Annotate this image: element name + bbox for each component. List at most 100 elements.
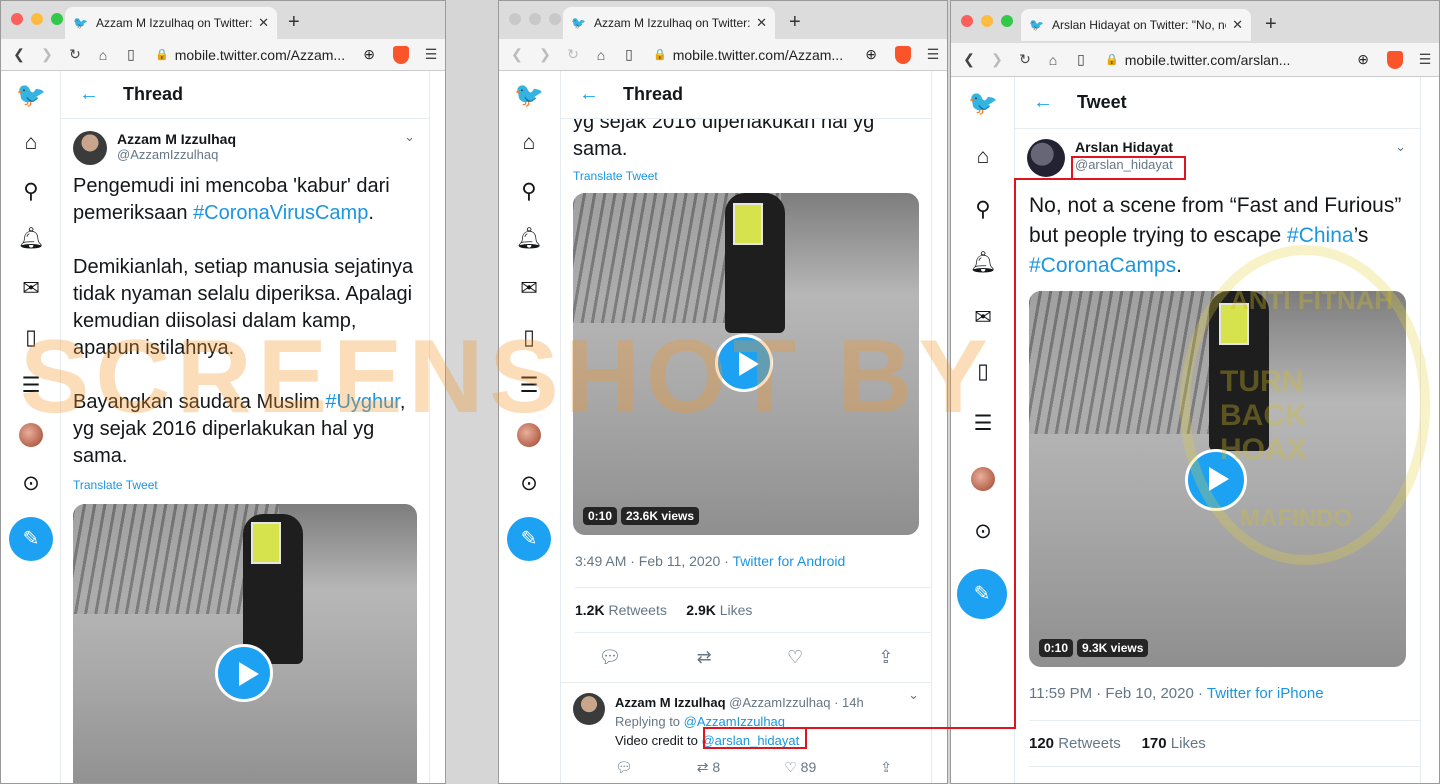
author-handle[interactable]: @AzzamIzzulhaq — [117, 147, 236, 162]
menu-icon[interactable]: ☰ — [417, 46, 445, 63]
zoom-window-button[interactable] — [51, 13, 63, 25]
explore-nav-icon[interactable]: ⚲ — [499, 179, 559, 204]
video-player[interactable]: 0:10 9.3K views — [1029, 291, 1406, 667]
twitter-bird-icon[interactable]: 🐦 — [951, 89, 1015, 118]
reload-icon[interactable]: ↻ — [61, 46, 89, 63]
address-bar[interactable]: 🔒 mobile.twitter.com/arslan... ⊕ — [1099, 48, 1375, 72]
bookmark-icon[interactable]: ▯ — [1067, 51, 1095, 68]
translate-tweet-link[interactable]: Translate Tweet — [561, 169, 931, 183]
back-icon[interactable]: ❮ — [5, 46, 33, 63]
profile-avatar[interactable] — [971, 467, 995, 491]
retweet-action[interactable]: ⇄ 8 — [697, 758, 720, 777]
like-count[interactable]: 170 — [1142, 735, 1167, 752]
compose-tweet-button[interactable]: ✎ — [957, 569, 1007, 619]
messages-nav-icon[interactable]: ✉ — [1, 276, 61, 301]
author-name[interactable]: Arslan Hidayat — [1075, 139, 1173, 155]
hashtag-link[interactable]: #Uyghur — [325, 391, 400, 413]
zoom-window-button[interactable] — [549, 13, 561, 25]
notifications-nav-icon[interactable]: 🔔︎ — [951, 251, 1015, 275]
like-action[interactable]: ♡ 89 — [784, 758, 816, 777]
new-tab-button[interactable]: + — [789, 11, 801, 34]
home-nav-icon[interactable]: ⌂ — [951, 145, 1015, 169]
chevron-down-icon[interactable]: ⌄ — [1395, 139, 1406, 155]
notifications-nav-icon[interactable]: 🔔︎ — [499, 227, 559, 251]
close-tab-icon[interactable]: ✕ — [1232, 17, 1243, 33]
reply-author-name[interactable]: Azzam M Izzulhaq — [615, 695, 726, 710]
address-bar[interactable]: 🔒 mobile.twitter.com/Azzam... ⊕ — [149, 43, 381, 67]
like-label[interactable]: Likes — [1171, 735, 1206, 752]
translate-tweet-link[interactable]: Translate Tweet — [61, 478, 429, 492]
brave-shield-icon[interactable] — [895, 45, 911, 64]
source-link[interactable]: Twitter for iPhone — [1207, 685, 1324, 702]
profile-avatar[interactable] — [517, 423, 541, 447]
minimize-window-button[interactable] — [981, 15, 993, 27]
play-button[interactable] — [715, 334, 773, 392]
add-icon[interactable]: ⊕ — [363, 46, 375, 63]
compose-tweet-button[interactable]: ✎ — [507, 517, 551, 561]
add-icon[interactable]: ⊕ — [865, 46, 877, 63]
forward-icon[interactable]: ❯ — [531, 46, 559, 63]
home-icon[interactable]: ⌂ — [1039, 52, 1067, 68]
author-name[interactable]: Azzam M Izzulhaq — [117, 131, 236, 147]
more-nav-icon[interactable]: ⊙ — [1, 471, 61, 496]
add-icon[interactable]: ⊕ — [1357, 51, 1369, 68]
retweet-label[interactable]: Retweets — [1058, 735, 1121, 752]
home-nav-icon[interactable]: ⌂ — [499, 131, 559, 155]
close-tab-icon[interactable]: ✕ — [756, 15, 767, 31]
back-arrow-icon[interactable]: ← — [1033, 91, 1077, 114]
new-tab-button[interactable]: + — [288, 11, 300, 34]
address-bar[interactable]: 🔒 mobile.twitter.com/Azzam... ⊕ — [647, 43, 883, 67]
retweet-icon[interactable]: ⇄ — [697, 647, 712, 668]
play-button[interactable] — [215, 644, 273, 702]
brave-shield-icon[interactable] — [393, 45, 409, 64]
back-icon[interactable]: ❮ — [955, 51, 983, 68]
zoom-window-button[interactable] — [1001, 15, 1013, 27]
home-icon[interactable]: ⌂ — [587, 47, 615, 63]
reply-icon[interactable]: 💬︎ — [599, 647, 622, 668]
close-window-button[interactable] — [11, 13, 23, 25]
close-window-button[interactable] — [509, 13, 521, 25]
avatar[interactable] — [1027, 139, 1065, 177]
bookmarks-nav-icon[interactable]: ▯ — [951, 359, 1015, 384]
forward-icon[interactable]: ❯ — [33, 46, 61, 63]
menu-icon[interactable]: ☰ — [919, 46, 947, 63]
bookmarks-nav-icon[interactable]: ▯ — [1, 325, 61, 350]
video-player[interactable]: 0:10 23.6K views — [573, 193, 919, 535]
chevron-down-icon[interactable]: ⌄ — [908, 687, 919, 703]
close-tab-icon[interactable]: ✕ — [258, 15, 269, 31]
back-icon[interactable]: ❮ — [503, 46, 531, 63]
bookmark-icon[interactable]: ▯ — [615, 46, 643, 63]
explore-nav-icon[interactable]: ⚲ — [1, 179, 61, 204]
reload-icon[interactable]: ↻ — [559, 46, 587, 63]
browser-tab[interactable]: 🐦 Arslan Hidayat on Twitter: "No, not ✕ — [1021, 9, 1251, 41]
lists-nav-icon[interactable]: ☰ — [951, 411, 1015, 436]
explore-nav-icon[interactable]: ⚲ — [951, 197, 1015, 222]
new-tab-button[interactable]: + — [1265, 13, 1277, 36]
hashtag-link[interactable]: #CoronaCamps — [1029, 254, 1176, 277]
browser-tab[interactable]: 🐦 Azzam M Izzulhaq on Twitter: "Pen ✕ — [65, 7, 277, 39]
retweet-count[interactable]: 120 — [1029, 735, 1054, 752]
play-button[interactable] — [1185, 449, 1247, 511]
bookmark-icon[interactable]: ▯ — [117, 46, 145, 63]
lists-nav-icon[interactable]: ☰ — [1, 373, 61, 398]
browser-tab[interactable]: 🐦 Azzam M Izzulhaq on Twitter: "Pe ✕ — [563, 7, 775, 39]
minimize-window-button[interactable] — [529, 13, 541, 25]
profile-avatar[interactable] — [19, 423, 43, 447]
like-icon[interactable]: ♡ — [787, 647, 803, 668]
share-icon[interactable]: ⇪ — [880, 758, 892, 777]
messages-nav-icon[interactable]: ✉ — [499, 276, 559, 301]
reply-icon[interactable]: 💬︎ — [615, 758, 633, 777]
more-nav-icon[interactable]: ⊙ — [499, 471, 559, 496]
forward-icon[interactable]: ❯ — [983, 51, 1011, 68]
retweet-label[interactable]: Retweets — [608, 602, 666, 618]
notifications-nav-icon[interactable]: 🔔︎ — [1, 227, 61, 251]
lists-nav-icon[interactable]: ☰ — [499, 373, 559, 398]
back-arrow-icon[interactable]: ← — [579, 83, 623, 106]
twitter-bird-icon[interactable]: 🐦 — [1, 81, 61, 110]
compose-tweet-button[interactable]: ✎ — [9, 517, 53, 561]
source-link[interactable]: Twitter for Android — [732, 553, 845, 569]
retweet-count[interactable]: 1.2K — [575, 602, 605, 618]
video-player[interactable] — [73, 504, 417, 783]
brave-shield-icon[interactable] — [1387, 50, 1403, 69]
like-label[interactable]: Likes — [720, 602, 753, 618]
